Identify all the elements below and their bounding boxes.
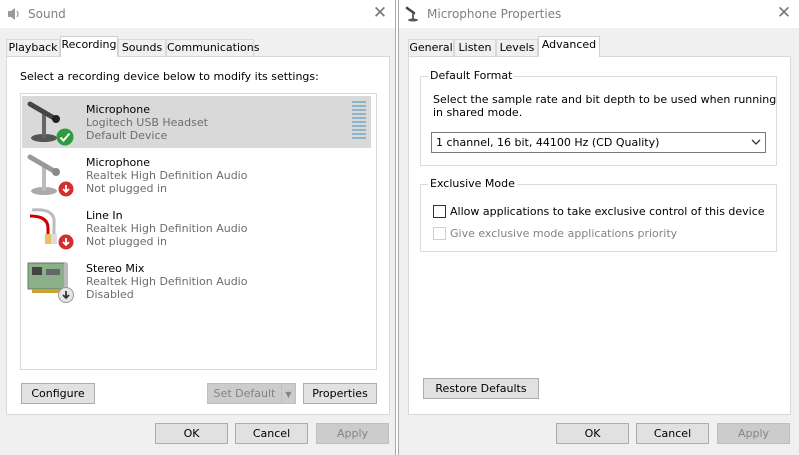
cancel-button[interactable]: Cancel — [235, 423, 308, 444]
device-description: Realtek High Definition Audio — [86, 275, 248, 288]
close-icon: ✕ — [372, 3, 388, 23]
device-name: Line In — [86, 209, 123, 222]
tab-levels[interactable]: Levels — [496, 39, 538, 57]
title-bar: Microphone Properties ✕ — [399, 0, 799, 28]
exclusive-control-checkbox[interactable] — [433, 205, 446, 218]
exclusive-priority-checkbox[interactable] — [433, 227, 446, 240]
set-default-dropdown-button[interactable]: ▼ — [281, 383, 296, 404]
tab-panel: Select a recording device below to modif… — [6, 56, 390, 415]
properties-button[interactable]: Properties — [303, 383, 377, 404]
device-item[interactable]: Line In Realtek High Definition Audio No… — [22, 202, 371, 254]
gray-down-arrow-badge — [58, 287, 74, 303]
apply-button[interactable]: Apply — [717, 423, 790, 444]
format-description: in shared mode. — [433, 106, 523, 119]
chevron-down-icon — [751, 139, 761, 145]
close-icon: ✕ — [776, 3, 792, 23]
device-item[interactable]: Microphone Realtek High Definition Audio… — [22, 149, 371, 201]
device-list[interactable]: Microphone Logitech USB Headset Default … — [20, 93, 377, 370]
instruction-text: Select a recording device below to modif… — [20, 70, 319, 83]
title-bar: Sound ✕ — [0, 0, 395, 28]
cancel-button[interactable]: Cancel — [636, 423, 709, 444]
green-check-badge — [56, 128, 74, 146]
device-status: Disabled — [86, 288, 134, 301]
format-select-value: 1 channel, 16 bit, 44100 Hz (CD Quality) — [436, 136, 660, 149]
restore-defaults-button[interactable]: Restore Defaults — [423, 378, 539, 399]
device-description: Realtek High Definition Audio — [86, 222, 248, 235]
ok-button[interactable]: OK — [556, 423, 629, 444]
device-name: Microphone — [86, 103, 151, 116]
device-description: Logitech USB Headset — [86, 116, 208, 129]
window-title: Sound — [28, 7, 66, 21]
exclusive-mode-group: Exclusive Mode Allow applications to tak… — [420, 177, 777, 252]
tab-communications[interactable]: Communications — [166, 39, 259, 57]
level-meter — [352, 101, 366, 141]
format-description: Select the sample rate and bit depth to … — [433, 93, 777, 106]
close-button[interactable]: ✕ — [769, 0, 799, 28]
close-button[interactable]: ✕ — [365, 0, 395, 28]
tab-playback[interactable]: Playback — [6, 39, 60, 57]
device-status: Not plugged in — [86, 182, 168, 195]
device-status: Not plugged in — [86, 235, 168, 248]
red-down-arrow-badge — [58, 181, 74, 197]
configure-button[interactable]: Configure — [21, 383, 95, 404]
microphone-properties-dialog: Microphone Properties ✕ General Listen L… — [398, 0, 799, 455]
tab-sounds[interactable]: Sounds — [118, 39, 166, 57]
device-item[interactable]: Stereo Mix Realtek High Definition Audio… — [22, 255, 371, 307]
tab-advanced[interactable]: Advanced — [538, 36, 600, 57]
group-title: Exclusive Mode — [428, 177, 517, 190]
tab-listen[interactable]: Listen — [454, 39, 496, 57]
red-down-arrow-badge — [58, 234, 74, 250]
device-status: Default Device — [86, 129, 168, 142]
sound-dialog: Sound ✕ Playback Recording Sounds Commun… — [0, 0, 396, 455]
set-default-button[interactable]: Set Default — [207, 383, 281, 404]
device-description: Realtek High Definition Audio — [86, 169, 248, 182]
microphone-icon — [405, 6, 418, 22]
exclusive-priority-label[interactable]: Give exclusive mode applications priorit… — [450, 227, 677, 240]
device-item[interactable]: Microphone Logitech USB Headset Default … — [22, 96, 371, 148]
tab-panel: Default Format Select the sample rate an… — [408, 56, 791, 415]
default-format-group: Default Format Select the sample rate an… — [420, 69, 777, 166]
tab-recording[interactable]: Recording — [60, 36, 118, 57]
group-title: Default Format — [428, 69, 515, 82]
device-name: Microphone — [86, 156, 151, 169]
chevron-down-icon: ▼ — [285, 390, 292, 399]
ok-button[interactable]: OK — [155, 423, 228, 444]
speaker-icon — [8, 8, 19, 20]
format-select[interactable]: 1 channel, 16 bit, 44100 Hz (CD Quality) — [431, 132, 766, 153]
apply-button[interactable]: Apply — [316, 423, 389, 444]
tab-general[interactable]: General — [408, 39, 454, 57]
device-name: Stereo Mix — [86, 262, 145, 275]
exclusive-control-label[interactable]: Allow applications to take exclusive con… — [450, 205, 765, 218]
window-title: Microphone Properties — [427, 7, 562, 21]
